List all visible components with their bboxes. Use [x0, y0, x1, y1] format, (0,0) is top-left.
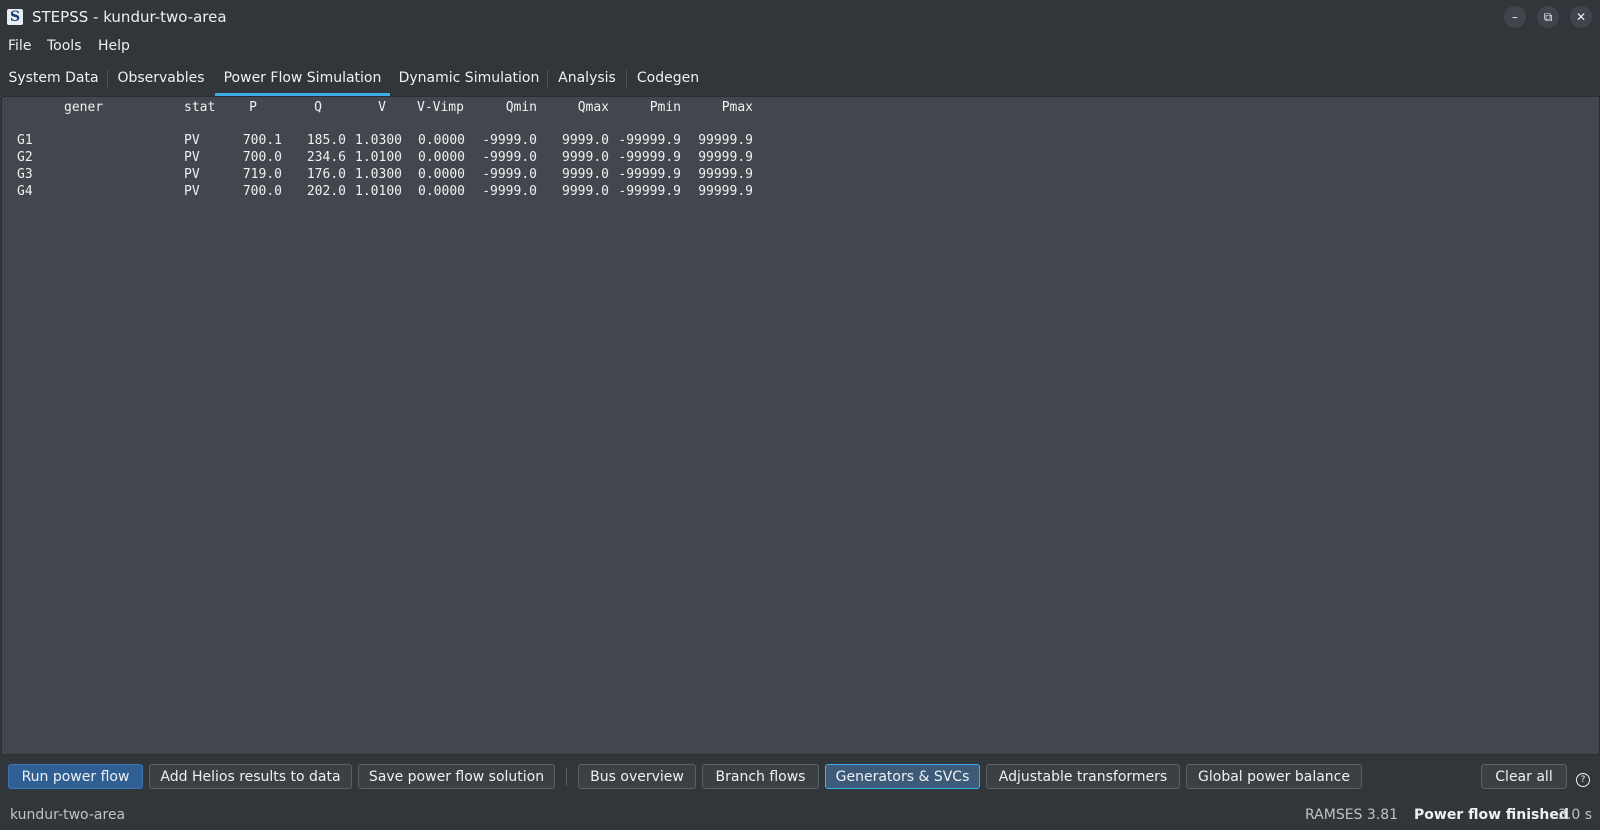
table-cell: 1.0300: [355, 133, 402, 148]
table-cell: 202.0: [306, 184, 346, 199]
col-header-q: Q: [314, 100, 322, 115]
table-cell: PV: [184, 150, 200, 165]
output-panel[interactable]: gener stat P Q V V-Vimp Qmin Qmax Pmin P…: [1, 96, 1600, 755]
table-cell: 0.0000: [418, 167, 465, 182]
table-cell: 700.1: [242, 133, 282, 148]
col-header-pmax: Pmax: [721, 100, 753, 115]
status-message: Power flow finished: [1414, 807, 1569, 823]
menu-bar: File Tools Help: [0, 34, 1600, 60]
help-icon[interactable]: ?: [1576, 773, 1590, 787]
col-header-p: P: [249, 100, 257, 115]
menu-file[interactable]: File: [8, 38, 31, 54]
tab-observables[interactable]: Observables: [108, 62, 214, 95]
table-cell: 1.0100: [355, 150, 402, 165]
table-cell: 176.0: [306, 167, 346, 182]
menu-help[interactable]: Help: [98, 38, 130, 54]
col-header-qmax: Qmax: [577, 100, 609, 115]
table-cell: 719.0: [242, 167, 282, 182]
tab-bar: System Data Observables Power Flow Simul…: [0, 62, 1600, 97]
table-cell: 9999.0: [562, 167, 609, 182]
table-cell: 9999.0: [562, 150, 609, 165]
status-bar: kundur-two-area RAMSES 3.81 Power flow f…: [0, 800, 1600, 830]
clear-all-button[interactable]: Clear all: [1481, 764, 1567, 789]
adjustable-transformers-button[interactable]: Adjustable transformers: [986, 764, 1180, 789]
table-cell: 234.6: [306, 150, 346, 165]
table-cell: -9999.0: [482, 184, 537, 199]
branch-flows-button[interactable]: Branch flows: [702, 764, 819, 789]
add-helios-results-button[interactable]: Add Helios results to data: [149, 764, 352, 789]
table-cell: 9999.0: [562, 184, 609, 199]
col-header-v-vimp: V-Vimp: [417, 100, 464, 115]
table-cell: 9999.0: [562, 133, 609, 148]
global-power-balance-button[interactable]: Global power balance: [1186, 764, 1362, 789]
table-cell: -9999.0: [482, 133, 537, 148]
col-header-v: V: [378, 100, 386, 115]
table-cell: 1.0300: [355, 167, 402, 182]
col-header-qmin: Qmin: [505, 100, 537, 115]
menu-tools[interactable]: Tools: [47, 38, 82, 54]
table-cell: G1: [17, 133, 33, 148]
table-cell: 700.0: [242, 184, 282, 199]
col-header-stat: stat: [184, 100, 216, 115]
bus-overview-button[interactable]: Bus overview: [578, 764, 696, 789]
restore-icon[interactable]: ⧉: [1537, 6, 1559, 28]
close-icon[interactable]: ✕: [1570, 6, 1592, 28]
table-cell: 0.0000: [418, 133, 465, 148]
tab-system-data[interactable]: System Data: [0, 62, 107, 95]
action-button-bar: Run power flow Add Helios results to dat…: [0, 756, 1600, 796]
tab-dynamic-simulation[interactable]: Dynamic Simulation: [391, 62, 547, 95]
tab-power-flow-simulation[interactable]: Power Flow Simulation: [215, 62, 390, 96]
table-cell: 0.0000: [418, 184, 465, 199]
table-cell: PV: [184, 184, 200, 199]
table-cell: PV: [184, 133, 200, 148]
table-cell: 99999.9: [698, 184, 753, 199]
table-cell: G4: [17, 184, 33, 199]
col-header-pmin: Pmin: [649, 100, 681, 115]
save-power-flow-solution-button[interactable]: Save power flow solution: [358, 764, 555, 789]
table-cell: G2: [17, 150, 33, 165]
col-header-gener: gener: [64, 100, 104, 115]
tab-analysis[interactable]: Analysis: [548, 62, 626, 95]
table-cell: 700.0: [242, 150, 282, 165]
table-cell: -9999.0: [482, 167, 537, 182]
table-cell: 99999.9: [698, 167, 753, 182]
table-cell: 1.0100: [355, 184, 402, 199]
table-cell: -99999.9: [618, 133, 681, 148]
table-cell: 99999.9: [698, 150, 753, 165]
minimize-icon[interactable]: –: [1504, 6, 1526, 28]
table-cell: G3: [17, 167, 33, 182]
title-bar: S STEPSS - kundur-two-area – ⧉ ✕: [0, 0, 1600, 34]
status-elapsed-time: 3.0 s: [1558, 807, 1593, 823]
table-cell: PV: [184, 167, 200, 182]
generators-svcs-button[interactable]: Generators & SVCs: [825, 764, 980, 789]
app-logo-icon: S: [7, 9, 23, 25]
tab-codegen[interactable]: Codegen: [627, 62, 709, 95]
status-version: RAMSES 3.81: [1305, 807, 1399, 823]
table-cell: 0.0000: [418, 150, 465, 165]
run-power-flow-button[interactable]: Run power flow: [8, 764, 143, 789]
table-cell: -99999.9: [618, 184, 681, 199]
table-cell: -99999.9: [618, 167, 681, 182]
table-cell: -99999.9: [618, 150, 681, 165]
table-cell: -9999.0: [482, 150, 537, 165]
button-separator: [566, 768, 567, 786]
window-title: STEPSS - kundur-two-area: [32, 8, 227, 26]
table-cell: 185.0: [306, 133, 346, 148]
status-project-name: kundur-two-area: [10, 807, 126, 823]
table-cell: 99999.9: [698, 133, 753, 148]
